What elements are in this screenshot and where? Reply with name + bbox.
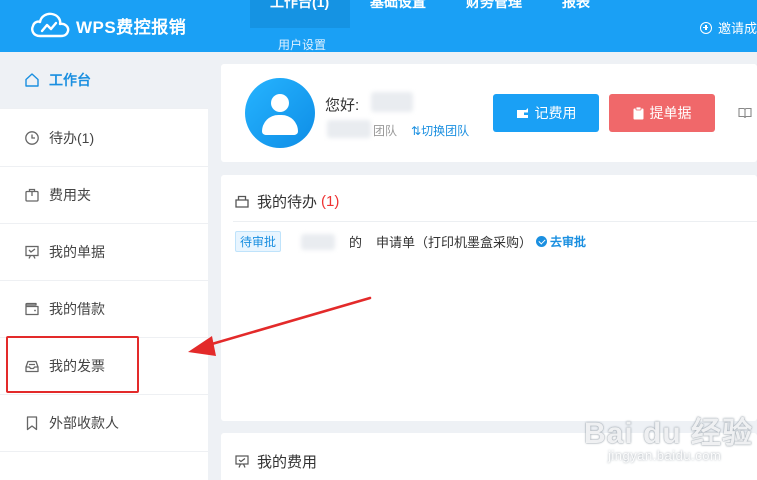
sidebar-item-label: 我的单据 [49,244,105,260]
clock-icon [24,130,40,146]
switch-team-link[interactable]: ⇅切换团队 [411,122,469,139]
todo-card: 我的待办 (1) 待审批 的 申请单（打印机墨盒采购） 去审批 [221,175,757,421]
expenses-title: 我的费用 [235,451,317,472]
todo-description: 申请单（打印机墨盒采购） [376,235,533,250]
switch-icon: ⇅ [411,124,422,138]
blurred-applicant [301,233,336,250]
sidebar-item-external-payee[interactable]: 外部收款人 [0,395,208,452]
watermark-sub: jingyan.baidu.com [608,448,722,463]
plus-circle-icon [699,21,712,34]
nav-tab-workbench[interactable]: 工作台(1) [250,0,350,28]
check-circle-icon [536,236,548,247]
app-logo[interactable]: WPS费控报销 [30,12,186,38]
sidebar: 工作台 待办(1) 费用夹 我的单据 我的借款 我的发票 外部收款人 [0,52,208,480]
book-icon[interactable] [738,107,752,122]
tray-icon [235,195,249,208]
sidebar-item-label: 我的借款 [49,301,105,317]
nav-sub-item[interactable]: 用户设置 [278,36,326,53]
top-header: WPS费控报销 工作台(1) 基础设置 财务管理 报表 用户设置 邀请成 [0,0,757,52]
team-label: 团队 [373,124,398,138]
sidebar-item-label: 工作台 [49,72,91,88]
sidebar-item-label: 外部收款人 [49,415,119,431]
sidebar-item-workbench[interactable]: 工作台 [0,52,208,109]
cloud-logo-icon [31,12,70,38]
record-expense-button[interactable]: 记费用 [493,94,599,132]
home-icon [24,72,40,88]
nav-tab-basic-settings[interactable]: 基础设置 [350,0,446,52]
todo-row[interactable]: 待审批 的 申请单（打印机墨盒采购） 去审批 [235,231,586,252]
highlight-box [6,336,139,393]
nav-tab-finance[interactable]: 财务管理 [446,0,542,52]
sidebar-item-todo[interactable]: 待办(1) [0,110,208,167]
nav-tab-reports[interactable]: 报表 [542,0,610,52]
invite-label: 邀请成 [717,21,757,36]
bookmark-icon [24,415,40,431]
go-review-link[interactable]: 去审批 [536,233,586,250]
document-board-icon [235,455,249,468]
blurred-team-name [327,120,371,138]
clipboard-icon [633,106,644,120]
briefcase-icon [24,187,40,203]
sidebar-item-label: 费用夹 [49,187,91,203]
profile-card: 您好: 团队 ⇅切换团队 记费用 提单据 [221,64,757,162]
avatar[interactable] [245,78,315,148]
todo-count: (1) [321,193,340,210]
blurred-username [371,92,413,112]
status-badge: 待审批 [235,231,282,252]
submit-document-button[interactable]: 提单据 [609,94,715,132]
todo-title: 我的待办 (1) [235,191,339,212]
invite-button[interactable]: 邀请成 [699,18,757,37]
sidebar-item-expense-folder[interactable]: 费用夹 [0,167,208,224]
sidebar-item-label: 待办(1) [49,130,95,146]
greeting-text: 您好: [325,97,360,114]
wallet-icon [24,301,40,317]
watermark-main: Bai du 经验 [584,417,754,450]
baidu-watermark: Bai du 经验 jingyan.baidu.com [584,408,757,472]
sidebar-item-my-loans[interactable]: 我的借款 [0,281,208,338]
sidebar-item-my-documents[interactable]: 我的单据 [0,224,208,281]
app-name: WPS费控报销 [76,17,187,37]
todo-connector: 的 [349,235,363,250]
wallet-icon [516,107,529,119]
document-board-icon [24,244,40,260]
